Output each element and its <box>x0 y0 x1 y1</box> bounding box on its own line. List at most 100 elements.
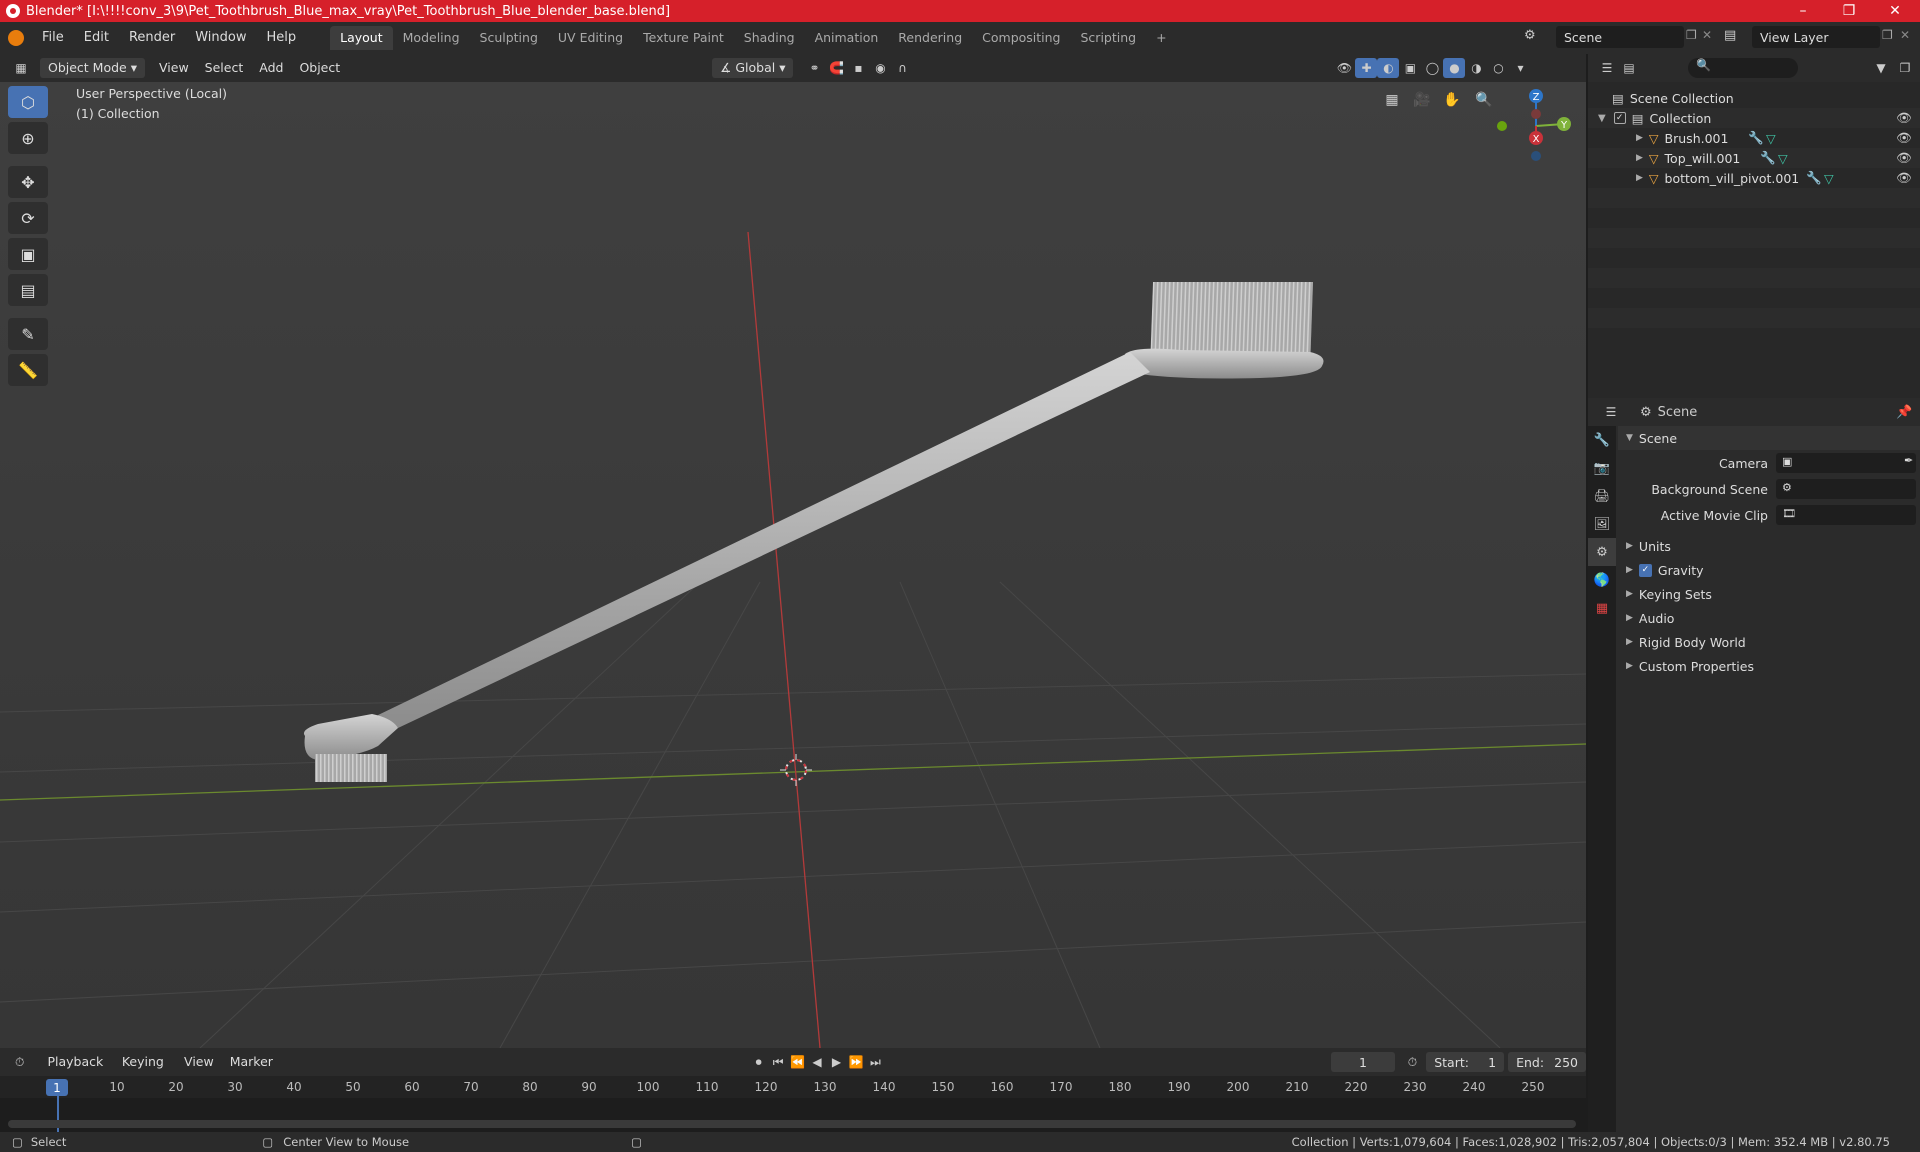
tab-rendering[interactable]: Rendering <box>888 26 972 50</box>
tab-compositing[interactable]: Compositing <box>972 26 1070 50</box>
expand-arrow-icon[interactable]: ▶ <box>1636 153 1643 163</box>
preview-range-icon[interactable]: ⏱ <box>1403 1052 1422 1072</box>
menu-render[interactable]: Render <box>119 27 185 49</box>
pivot-point-icon[interactable]: ⚭ <box>803 58 825 78</box>
mesh-data-icon[interactable]: ▽ <box>1766 131 1776 146</box>
tree-row-object[interactable]: ▶ ▽ Top_will.001 🔧 ▽ 👁 <box>1588 148 1920 168</box>
visibility-icon[interactable]: 👁 <box>1333 58 1355 78</box>
tab-shading[interactable]: Shading <box>734 26 805 50</box>
timeline-editor-type-icon[interactable]: ⏱ <box>10 1052 29 1072</box>
3d-viewport[interactable] <box>0 82 1586 1048</box>
view-layer-icon[interactable]: ▤ <box>1724 28 1736 43</box>
eyedropper-icon[interactable]: ✒ <box>1904 454 1913 467</box>
audio-panel-header[interactable]: ▶ Audio <box>1618 606 1920 630</box>
visibility-eye-icon[interactable]: 👁 <box>1896 150 1912 166</box>
solid-shading-icon[interactable]: ● <box>1443 58 1466 78</box>
transform-orientation-dropdown[interactable]: ∡ Global ▾ <box>712 58 794 78</box>
tab-texture-paint[interactable]: Texture Paint <box>633 26 734 50</box>
timeline-scrollbar[interactable] <box>8 1120 1576 1128</box>
mode-dropdown[interactable]: Object Mode ▾ <box>40 58 145 78</box>
cursor-tool[interactable]: ⊕ <box>8 122 48 154</box>
rendered-shading-icon[interactable]: ○ <box>1487 58 1509 78</box>
tab-animation[interactable]: Animation <box>805 26 889 50</box>
properties-editor-type-icon[interactable]: ☰ <box>1600 402 1622 422</box>
menu-view[interactable]: View <box>151 58 197 78</box>
tab-world-icon[interactable]: 🌎 <box>1588 566 1616 594</box>
visibility-eye-icon[interactable]: 👁 <box>1896 110 1912 126</box>
transform-tool[interactable]: ▤ <box>8 274 48 306</box>
tab-uv-editing[interactable]: UV Editing <box>548 26 633 50</box>
snap-target-icon[interactable]: ▪ <box>847 58 869 78</box>
maximize-button[interactable]: ❐ <box>1826 0 1872 22</box>
tree-row-scene-collection[interactable]: ▤ Scene Collection <box>1588 88 1920 108</box>
material-shading-icon[interactable]: ◑ <box>1465 58 1487 78</box>
custom-properties-panel-header[interactable]: ▶ Custom Properties <box>1618 654 1920 678</box>
xray-icon[interactable]: ▣ <box>1399 58 1421 78</box>
play-icon[interactable]: ▶ <box>827 1052 846 1072</box>
minimize-button[interactable]: – <box>1780 0 1826 22</box>
pin-icon[interactable]: 📌 <box>1896 405 1912 420</box>
new-collection-icon[interactable]: ❐ <box>1894 58 1916 78</box>
collapse-arrow-icon[interactable]: ▼ <box>1598 113 1606 124</box>
overlay-toggle-icon[interactable]: ◐ <box>1377 58 1400 78</box>
gravity-panel-header[interactable]: ▶ ✓ Gravity <box>1618 558 1920 582</box>
visibility-eye-icon[interactable]: 👁 <box>1896 130 1912 146</box>
active-movie-clip-field[interactable]: 🎞 <box>1776 505 1916 525</box>
filter-icon[interactable]: ▼ <box>1870 58 1892 78</box>
tree-row-collection[interactable]: ▼ ✓ ▤ Collection 👁 <box>1588 108 1920 128</box>
menu-select[interactable]: Select <box>197 58 252 78</box>
timeline-area[interactable]: 10 20 30 40 50 60 70 80 90 100 110 120 130 140 150 160 1… <box>0 1076 1586 1132</box>
background-scene-field[interactable]: ⚙ <box>1776 479 1916 499</box>
tab-scripting[interactable]: Scripting <box>1071 26 1147 50</box>
navigation-gizmo[interactable]: Z Y X <box>1488 84 1588 168</box>
camera-view-icon[interactable]: 🎥 <box>1408 86 1436 114</box>
blender-menu-icon[interactable] <box>8 30 24 46</box>
outliner-search-input[interactable]: 🔍 <box>1688 58 1798 78</box>
keying-sets-panel-header[interactable]: ▶ Keying Sets <box>1618 582 1920 606</box>
camera-field[interactable]: ▣ <box>1776 453 1916 473</box>
units-panel-header[interactable]: ▶ Units <box>1618 534 1920 558</box>
tab-scene-icon[interactable]: ⚙ <box>1588 538 1616 566</box>
new-scene-icon[interactable]: ❐ <box>1686 28 1697 42</box>
menu-add[interactable]: Add <box>251 58 291 78</box>
end-frame-field[interactable]: End: 250 <box>1508 1052 1586 1072</box>
menu-keying[interactable]: Keying ▾ <box>114 1052 176 1089</box>
tree-row-object[interactable]: ▶ ▽ bottom_vill_pivot.001 🔧 ▽ 👁 <box>1588 168 1920 188</box>
tab-tool-icon[interactable]: 🔧 <box>1588 426 1616 454</box>
tab-modeling[interactable]: Modeling <box>393 26 470 50</box>
outliner-editor-type-icon[interactable]: ☰ <box>1596 58 1618 78</box>
mesh-data-icon[interactable]: ▽ <box>1824 171 1834 186</box>
visibility-eye-icon[interactable]: 👁 <box>1896 170 1912 186</box>
record-icon[interactable]: ⏺ <box>749 1052 768 1072</box>
gizmo-toggle-icon[interactable]: ✚ <box>1355 58 1378 78</box>
start-frame-field[interactable]: Start: 1 <box>1426 1052 1505 1072</box>
expand-arrow-icon[interactable]: ▶ <box>1636 173 1643 183</box>
expand-arrow-icon[interactable]: ▶ <box>1636 133 1643 143</box>
tab-texture-icon[interactable]: ▦ <box>1588 594 1616 622</box>
menu-window[interactable]: Window <box>185 27 256 49</box>
view-layer-selector[interactable]: View Layer <box>1752 26 1880 48</box>
menu-file[interactable]: File <box>32 27 74 49</box>
pan-hand-icon[interactable]: ✋ <box>1438 86 1466 114</box>
menu-timeline-view[interactable]: View <box>176 1052 222 1072</box>
close-button[interactable]: ✕ <box>1872 0 1918 22</box>
tab-view-layer-icon[interactable]: 🖼 <box>1588 510 1616 538</box>
menu-object[interactable]: Object <box>291 58 348 78</box>
tree-row-object[interactable]: ▶ ▽ Brush.001 🔧 ▽ 👁 <box>1588 128 1920 148</box>
menu-edit[interactable]: Edit <box>74 27 119 49</box>
gravity-checkbox[interactable]: ✓ <box>1638 563 1652 577</box>
snap-icon[interactable]: 🧲 <box>825 58 847 78</box>
new-view-layer-icon[interactable]: ❐ <box>1882 28 1893 42</box>
tab-output-icon[interactable]: 🖨 <box>1588 482 1616 510</box>
modifier-wrench-icon[interactable]: 🔧 <box>1748 130 1764 146</box>
tab-layout[interactable]: Layout <box>330 26 393 50</box>
add-workspace-button[interactable]: + <box>1146 26 1176 50</box>
current-frame-field[interactable]: 1 <box>1331 1052 1395 1072</box>
rotate-tool[interactable]: ⟳ <box>8 202 48 234</box>
falloff-icon[interactable]: ∩ <box>891 58 913 78</box>
modifier-wrench-icon[interactable]: 🔧 <box>1806 170 1822 186</box>
annotate-tool[interactable]: ✎ <box>8 318 48 350</box>
playhead-marker[interactable]: 1 <box>46 1079 68 1096</box>
menu-playback[interactable]: Playback ▾ <box>39 1052 113 1089</box>
rigid-body-world-panel-header[interactable]: ▶ Rigid Body World <box>1618 630 1920 654</box>
